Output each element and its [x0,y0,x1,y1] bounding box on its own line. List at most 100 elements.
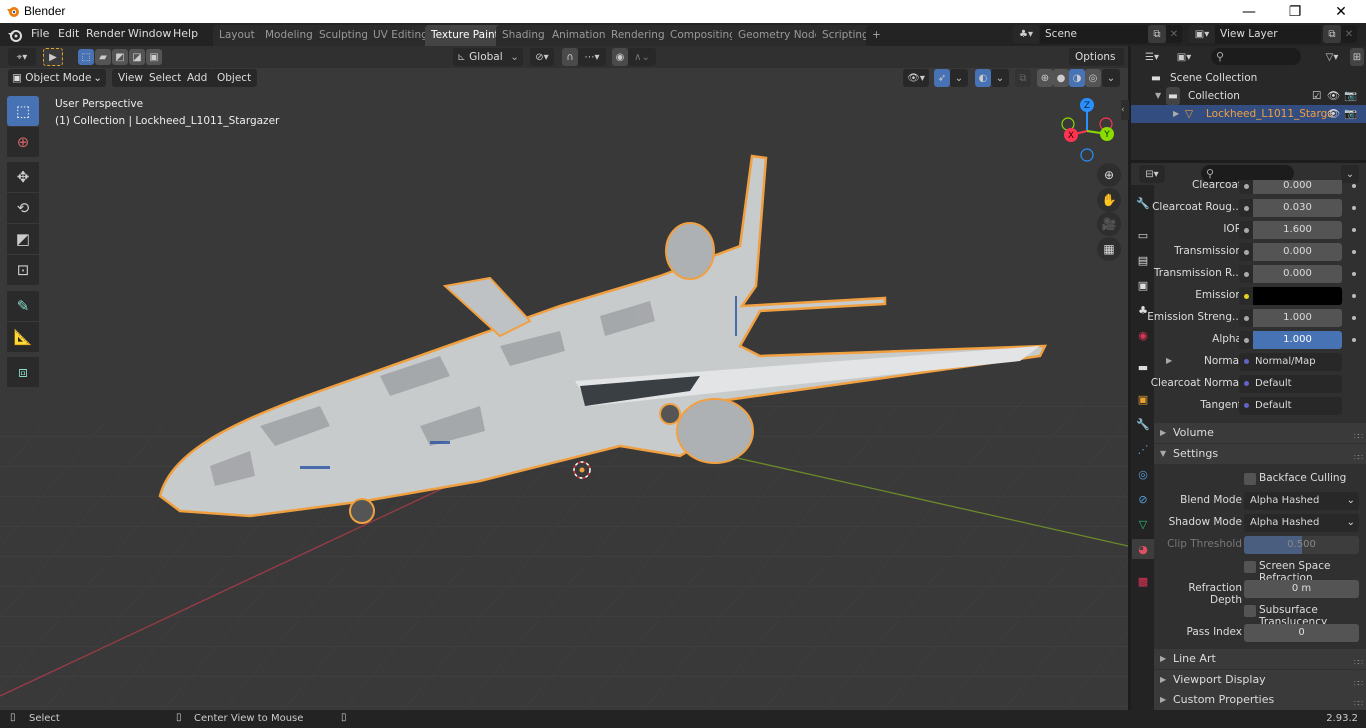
tab-shading[interactable]: Shading [496,25,551,46]
constraints-tab-icon[interactable]: ⊘ [1133,489,1153,509]
physics-tab-icon[interactable]: ◎ [1133,464,1153,484]
add-workspace-button[interactable]: + [866,25,887,46]
particles-tab-icon[interactable]: ⋰ [1133,439,1153,459]
ssr-checkbox[interactable] [1244,561,1256,573]
sidebar-toggle-icon[interactable]: ‹ [1121,100,1129,120]
filter-icon[interactable]: ▽▾ [1319,48,1345,66]
clearcoat-normal-field[interactable]: Default [1239,375,1342,393]
expand-arrow-icon[interactable]: ▶ [1166,356,1172,365]
view-layer-selector-icon[interactable]: ▣▾ [1189,25,1215,43]
keyframe-dot-icon[interactable] [1352,228,1356,232]
collection-tab-icon[interactable]: ▬ [1133,357,1153,377]
transmission-field[interactable]: 0.000 [1253,243,1342,261]
view-layer-field[interactable]: View Layer [1215,25,1321,44]
3d-viewport[interactable] [0,46,1128,710]
keyframe-dot-icon[interactable] [1352,250,1356,254]
menu-edit[interactable]: Edit [58,27,79,40]
snap-toggle-icon[interactable]: ∩ [562,48,578,66]
shading-dropdown-icon[interactable]: ⌄ [1102,69,1120,87]
outliner-item-collection[interactable]: ▼ ▬ Collection ☑ 👁 📷 [1131,87,1366,105]
gizmo-dropdown-icon[interactable]: ⌄ [950,69,968,87]
shading-wireframe-icon[interactable]: ⊕ [1037,69,1053,87]
options-dropdown[interactable]: Options ⌄ [1069,48,1124,81]
select-mode-subtract-icon[interactable]: ◩ [112,49,128,65]
pass-index-field[interactable]: 0 [1244,624,1359,642]
proportional-edit-icon[interactable]: ◉ [612,48,628,66]
emission-color-field[interactable] [1253,287,1342,305]
data-tab-icon[interactable]: ▽ [1133,514,1153,534]
shading-material-icon[interactable]: ◑ [1069,69,1085,87]
tool-add-cube[interactable]: ⧈ [7,357,39,387]
expand-arrow-icon[interactable]: ▼ [1155,87,1161,105]
panel-line-art[interactable]: ▶ Line Art ∷∷ [1154,649,1366,669]
ior-field[interactable]: 1.600 [1253,221,1342,239]
tab-modeling[interactable]: Modeling [259,25,319,46]
panel-volume[interactable]: ▶ Volume ∷∷ [1154,423,1366,443]
panel-viewport-display[interactable]: ▶ Viewport Display ∷∷ [1154,670,1366,690]
tool-move[interactable]: ✥ [7,162,39,192]
tangent-field[interactable]: Default [1239,397,1342,415]
select-mode-new-icon[interactable]: ⬚ [78,49,94,65]
select-mode-intersect-icon[interactable]: ▣ [146,49,162,65]
tool-transform[interactable]: ⊡ [7,255,39,285]
exclude-checkbox-icon[interactable]: ☑ [1312,87,1321,105]
proportional-falloff-icon[interactable]: ∧⌄ [628,48,656,66]
maximize-button[interactable]: ❐ [1272,0,1318,23]
emission-strength-field[interactable]: 1.000 [1253,309,1342,327]
scene-name-field[interactable]: Scene [1040,25,1148,44]
new-collection-icon[interactable]: ⊞ [1350,48,1364,66]
select-mode-invert-icon[interactable]: ◪ [129,49,145,65]
tool-scale[interactable]: ◩ [7,224,39,254]
shading-rendered-icon[interactable]: ◎ [1085,69,1101,87]
clearcoat-roughness-field[interactable]: 0.030 [1253,199,1342,217]
alpha-slider[interactable]: 1.000 [1253,331,1342,349]
blender-menu-icon[interactable] [8,28,22,42]
overlays-toggle-icon[interactable]: ◐ [975,69,991,87]
texture-tab-icon[interactable]: ▩ [1133,571,1153,591]
transform-orientation-dropdown[interactable]: ⊾ Global ⌄ [453,48,523,66]
tool-tab-icon[interactable]: 🔧 [1133,193,1153,213]
clearcoat-field[interactable]: 0.000 [1253,180,1342,194]
transform-pivot-icon[interactable]: ⌖▾ [8,48,36,66]
mode-dropdown[interactable]: ▣ Object Mode ⌄ [8,69,106,87]
transmission-roughness-field[interactable]: 0.000 [1253,265,1342,283]
render-camera-icon[interactable]: 📷 [1344,105,1357,123]
output-tab-icon[interactable]: ▤ [1133,250,1153,270]
shading-solid-icon[interactable]: ● [1053,69,1069,87]
select-mode-extend-icon[interactable]: ▰ [95,49,111,65]
tool-cursor[interactable]: ⊕ [7,127,39,157]
viewport-menu-object[interactable]: Object [211,69,258,87]
expand-arrow-icon[interactable]: ▶ [1173,105,1179,123]
menu-help[interactable]: Help [173,27,198,40]
visibility-selector-icon[interactable]: 👁▾ [903,69,929,87]
panel-settings[interactable]: ▼ Settings ∷∷ [1154,444,1366,464]
visibility-eye-icon[interactable]: 👁 [1327,87,1340,105]
tab-sculpting[interactable]: Sculpting [313,25,375,46]
close-window-button[interactable]: ✕ [1318,0,1364,23]
zoom-view-icon[interactable]: ⊕ [1097,163,1121,187]
scene-selector-icon[interactable]: ♣▾ [1013,25,1039,43]
view-layer-tab-icon[interactable]: ▣ [1133,275,1153,295]
tab-rendering[interactable]: Rendering [605,25,671,46]
keyframe-dot-icon[interactable] [1352,184,1356,188]
refraction-depth-field[interactable]: 0 m [1244,580,1359,598]
xray-toggle-icon[interactable]: ⧉ [1015,69,1031,87]
pan-view-icon[interactable]: ✋ [1097,188,1121,212]
snap-target-icon[interactable]: ⋯▾ [578,48,606,66]
normal-link-field[interactable]: Normal/Map [1239,353,1342,371]
minimize-button[interactable]: — [1226,0,1272,23]
pivot-point-icon[interactable]: ⊘▾ [530,48,554,66]
tool-select-box[interactable]: ⬚ [7,96,39,126]
view-layer-filter-icon[interactable]: ▣▾ [1171,48,1197,66]
keyframe-dot-icon[interactable] [1352,316,1356,320]
panel-custom-properties[interactable]: ▶ Custom Properties ∷∷ [1154,690,1366,710]
select-tool-icon[interactable]: ▶ [43,48,63,66]
blend-mode-dropdown[interactable]: Alpha Hashed ⌄ [1244,492,1359,510]
render-tab-icon[interactable]: ▭ [1133,225,1153,245]
delete-scene-icon[interactable]: ✕ [1166,25,1182,43]
keyframe-dot-icon[interactable] [1352,294,1356,298]
keyframe-dot-icon[interactable] [1352,206,1356,210]
tab-uv-editing[interactable]: UV Editing [367,25,434,46]
overlays-dropdown-icon[interactable]: ⌄ [991,69,1009,87]
subsurface-translucency-checkbox[interactable] [1244,605,1256,617]
